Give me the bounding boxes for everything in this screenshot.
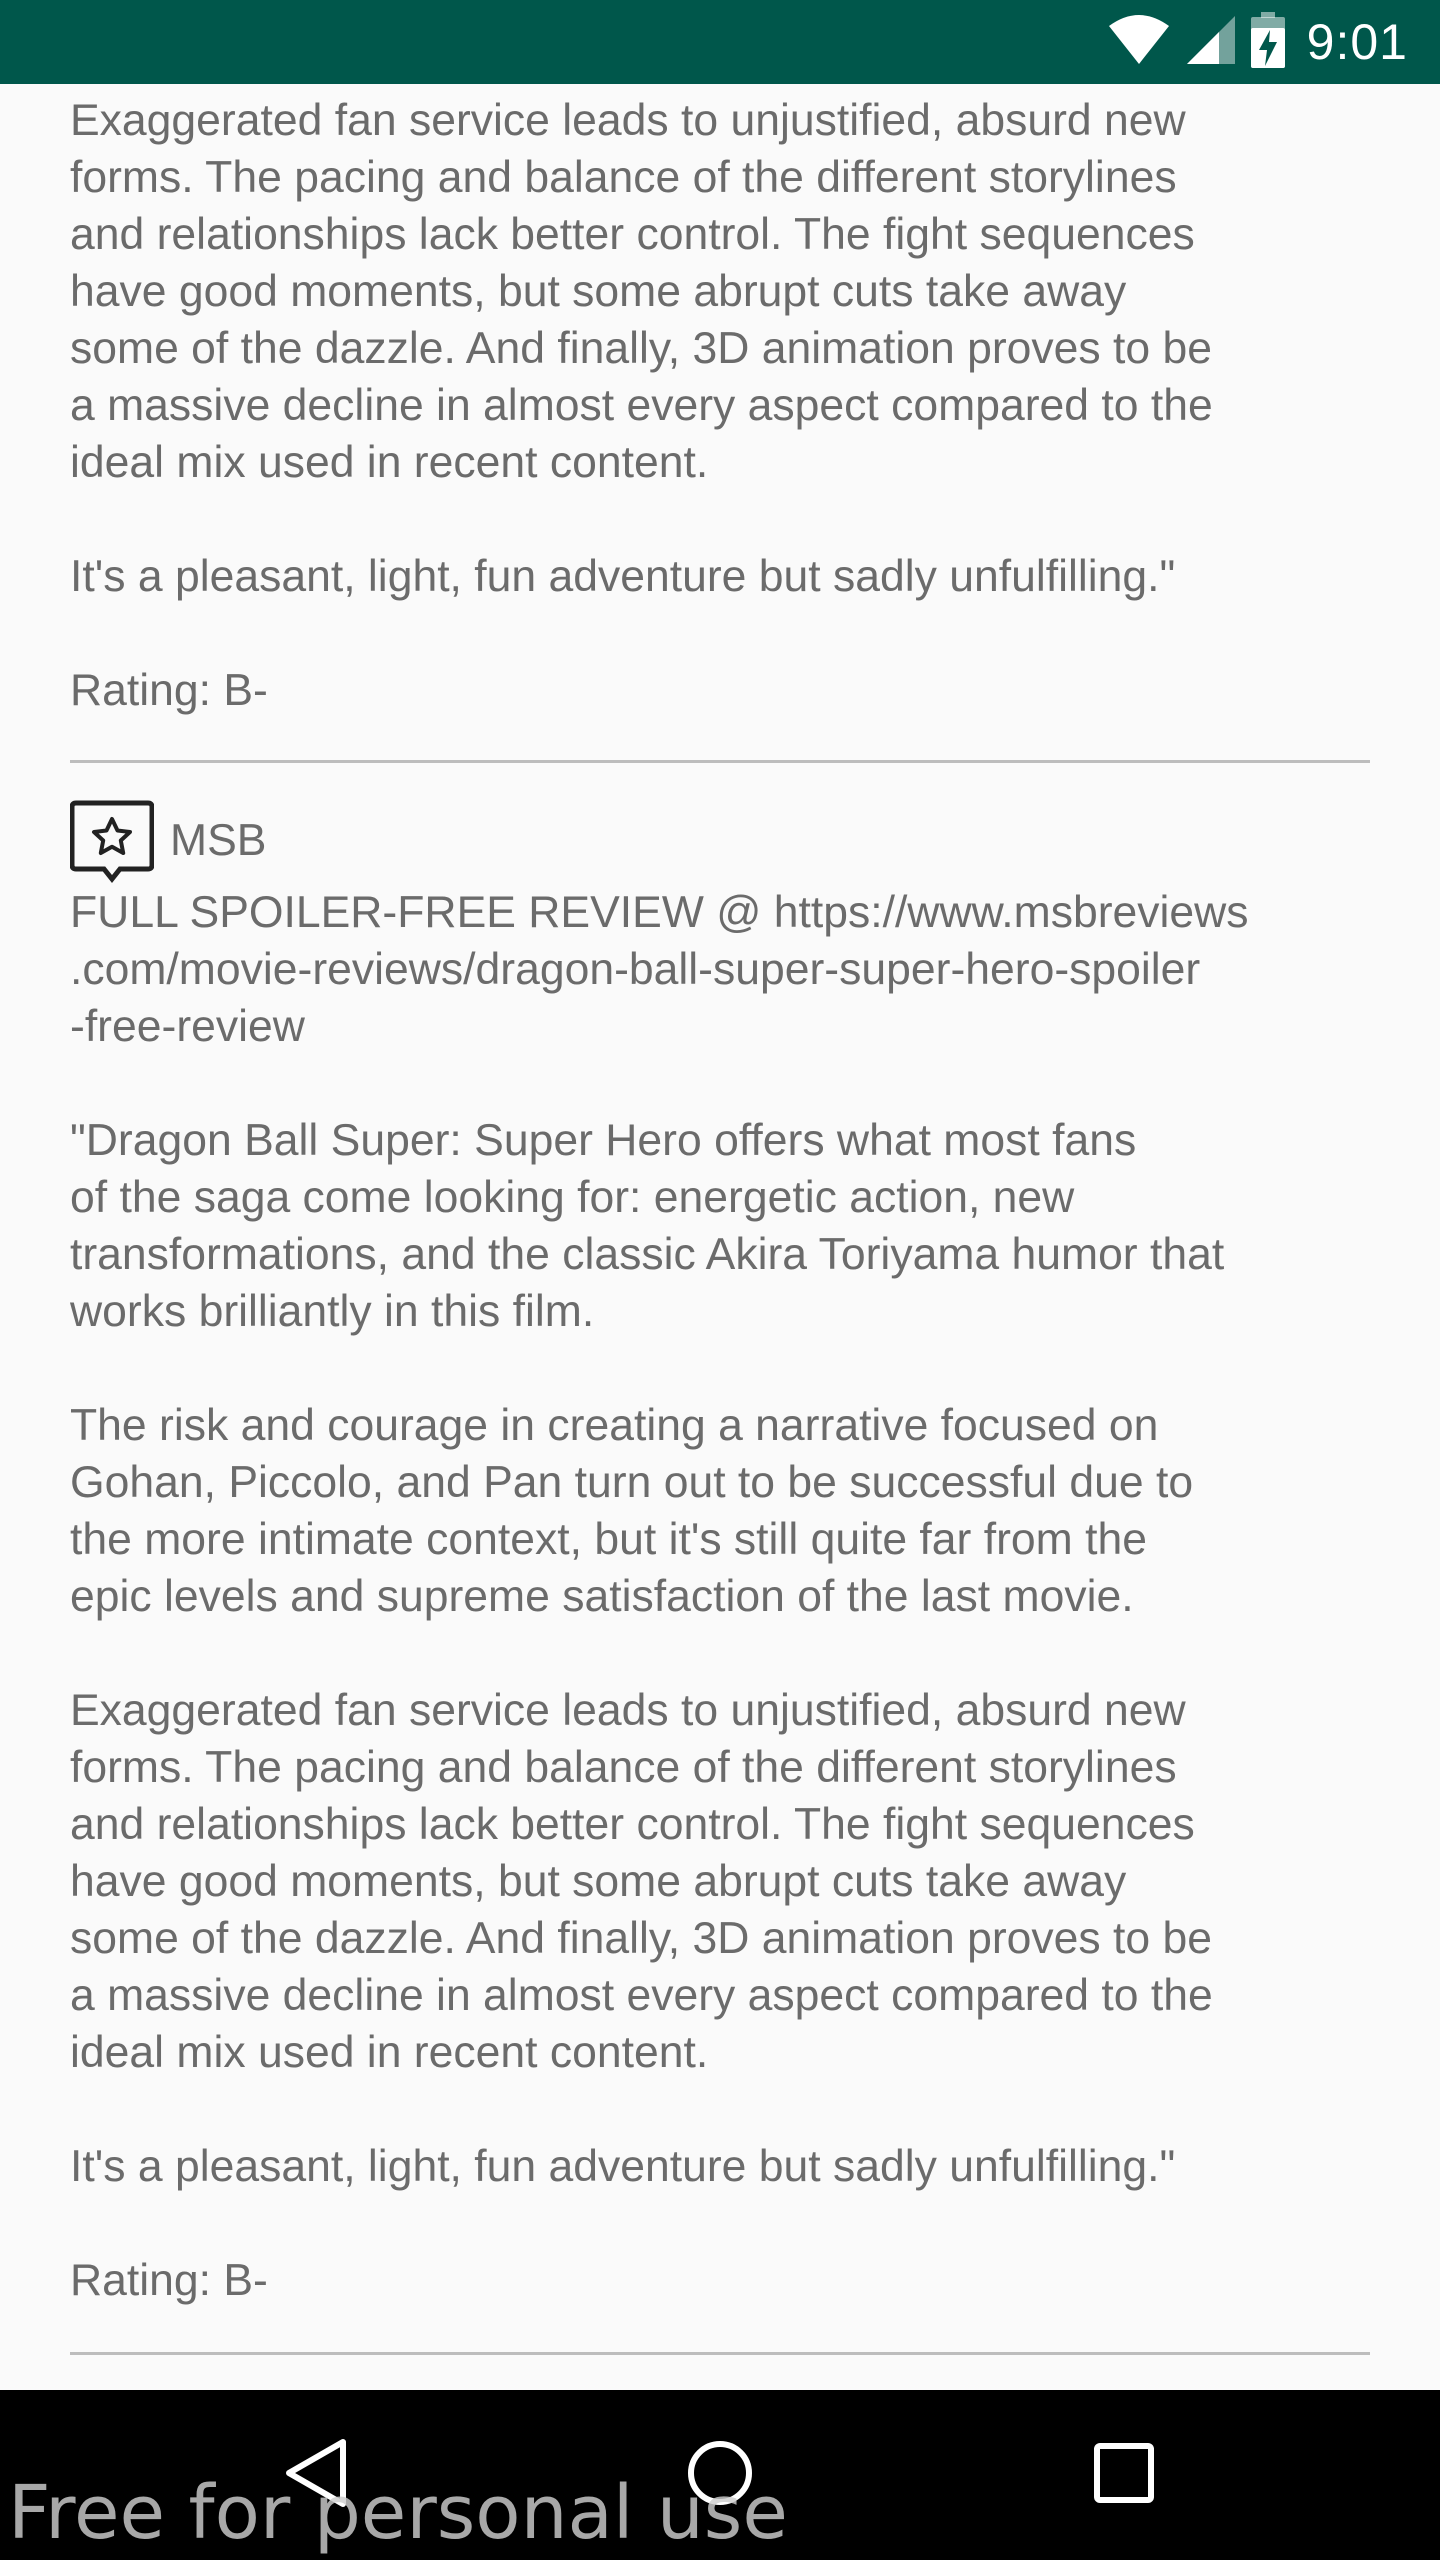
back-icon xyxy=(281,2436,351,2515)
review-list[interactable]: Exaggerated fan service leads to unjusti… xyxy=(70,84,1370,2390)
review-body: Exaggerated fan service leads to unjusti… xyxy=(70,96,1213,715)
status-time: 9:01 xyxy=(1306,14,1408,70)
review-author: MSB xyxy=(170,816,267,865)
recents-icon xyxy=(1092,2441,1156,2510)
review-item-partial: Exaggerated fan service leads to unjusti… xyxy=(70,92,1370,719)
navigation-bar xyxy=(0,2390,1440,2560)
cell-signal-icon xyxy=(1185,14,1237,71)
review-header: MSB xyxy=(70,796,1370,886)
status-icons: 9:01 xyxy=(1107,0,1408,84)
status-bar: 9:01 xyxy=(0,0,1440,84)
review-body: FULL SPOILER-FREE REVIEW @ https://www.m… xyxy=(70,888,1249,2305)
home-icon xyxy=(685,2438,755,2513)
review-divider xyxy=(70,760,1370,763)
screen: 9:01 Exaggerated fan service leads to un… xyxy=(0,0,1440,2560)
review-item[interactable]: MSB FULL SPOILER-FREE REVIEW @ https://w… xyxy=(70,796,1370,2309)
wifi-icon xyxy=(1107,14,1171,71)
review-divider xyxy=(70,2352,1370,2355)
star-speech-bubble-icon xyxy=(70,799,155,884)
back-button[interactable] xyxy=(236,2390,396,2560)
recents-button[interactable] xyxy=(1044,2390,1204,2560)
battery-charging-icon xyxy=(1250,11,1285,73)
home-button[interactable] xyxy=(640,2390,800,2560)
